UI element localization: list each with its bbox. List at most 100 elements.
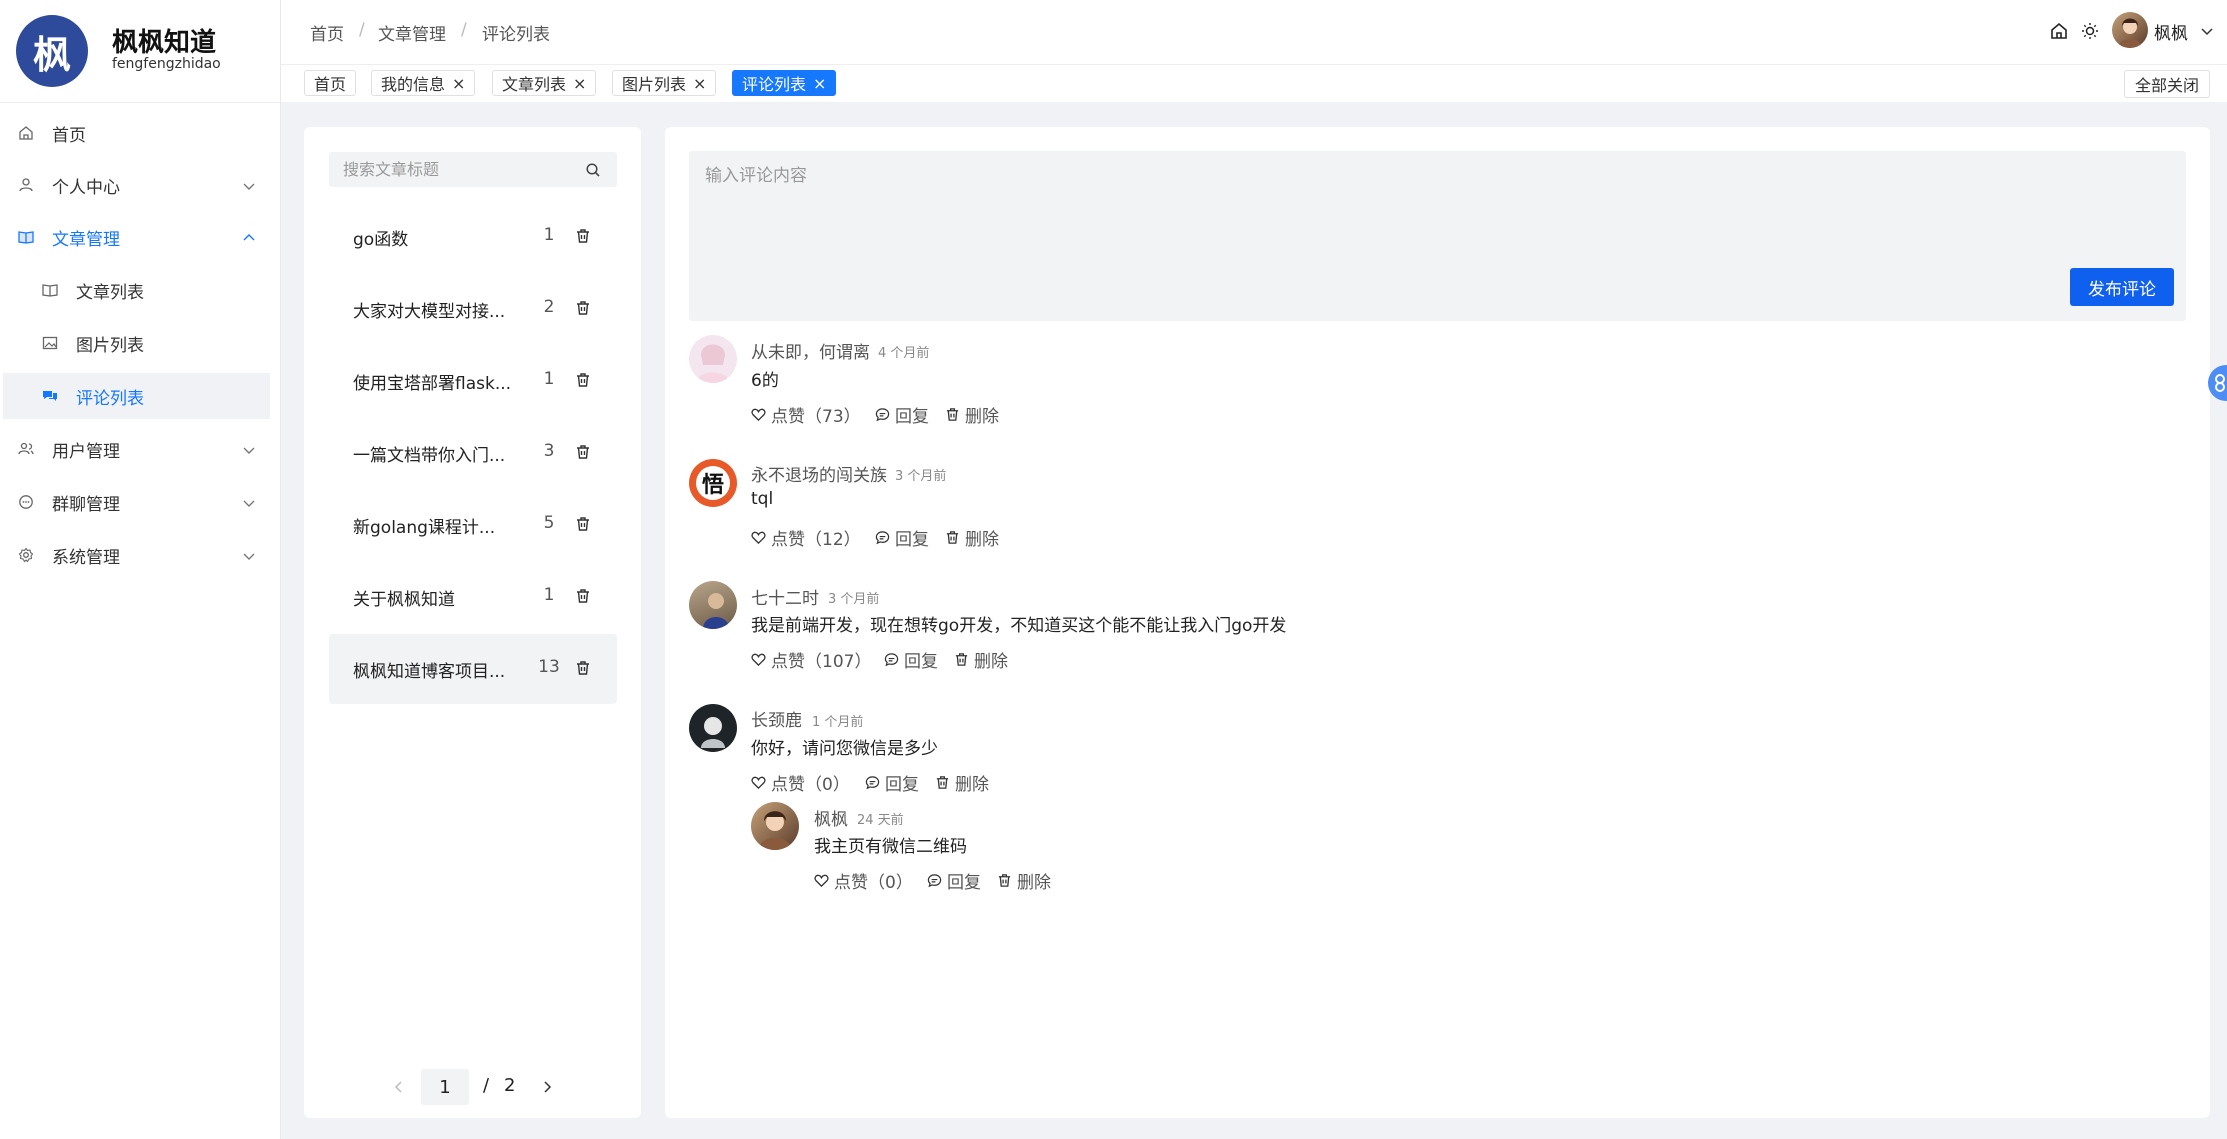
- like-button[interactable]: 点赞 （12）: [751, 525, 861, 550]
- article-row-selected[interactable]: 枫枫知道博客项目... 13: [329, 634, 617, 704]
- like-button[interactable]: 点赞 （73）: [751, 402, 861, 427]
- sidebar-item-label: 系统管理: [52, 547, 120, 568]
- sidebar-item-comment-list[interactable]: 评论列表: [3, 373, 270, 419]
- close-icon[interactable]: ×: [573, 74, 586, 93]
- reply-label: 回复: [895, 530, 929, 550]
- sun-icon[interactable]: [2081, 22, 2099, 40]
- comment-time: 3 个月前: [828, 592, 880, 607]
- delete-button[interactable]: 删除: [935, 770, 989, 795]
- trash-icon[interactable]: [575, 372, 591, 388]
- article-title: 大家对大模型对接...: [353, 302, 506, 322]
- article-row[interactable]: 大家对大模型对接... 2: [329, 274, 617, 344]
- user-name[interactable]: 枫枫: [2154, 19, 2188, 44]
- sidebar-item-label: 评论列表: [76, 388, 144, 409]
- user-avatar[interactable]: [751, 802, 799, 850]
- tab-comment-list[interactable]: 评论列表 ×: [732, 70, 837, 96]
- delete-button[interactable]: 删除: [945, 525, 999, 550]
- search-icon[interactable]: [585, 162, 601, 178]
- home-icon[interactable]: [2050, 22, 2068, 40]
- delete-button[interactable]: 删除: [954, 647, 1008, 672]
- trash-icon[interactable]: [575, 228, 591, 244]
- search-input[interactable]: [329, 152, 607, 187]
- reply-button[interactable]: 回复: [875, 402, 929, 427]
- comment-input[interactable]: [689, 151, 2159, 271]
- chevron-down-icon: [243, 500, 255, 507]
- article-row[interactable]: go函数 1: [329, 202, 617, 272]
- sidebar-item-image-list[interactable]: 图片列表: [0, 320, 270, 366]
- link-icon: [2215, 374, 2225, 392]
- article-row[interactable]: 新golang课程计... 5: [329, 490, 617, 560]
- anime-girl-avatar[interactable]: [689, 335, 737, 383]
- comment-author: 长颈鹿: [751, 711, 802, 731]
- close-icon[interactable]: ×: [813, 74, 826, 93]
- comment-author: 从未即，何谓离: [751, 343, 870, 363]
- wu-kanji-avatar[interactable]: 悟: [689, 459, 737, 507]
- tab-label: 文章列表: [502, 75, 567, 94]
- users-icon: [18, 442, 34, 455]
- article-row[interactable]: 一篇文档带你入门... 3: [329, 418, 617, 488]
- sidebar-item-personal-center[interactable]: 个人中心: [0, 162, 270, 208]
- trash-icon: [946, 531, 959, 544]
- reply-button[interactable]: 回复: [875, 525, 929, 550]
- brand-title: 枫枫知道: [112, 28, 217, 58]
- close-all-tabs-button[interactable]: 全部关闭: [2124, 70, 2211, 98]
- tab-bar: 首页 我的信息 × 文章列表 × 图片列表 × 评论列表 ×: [281, 65, 2227, 102]
- chevron-down-icon[interactable]: [2200, 24, 2214, 38]
- floating-helper-button[interactable]: [2208, 365, 2227, 401]
- reply-button[interactable]: 回复: [865, 770, 919, 795]
- like-label: 点赞: [771, 652, 805, 672]
- like-button[interactable]: 点赞 （0）: [751, 770, 850, 795]
- like-label: 点赞: [771, 407, 805, 427]
- sidebar-item-home[interactable]: 首页: [0, 110, 270, 156]
- sidebar-item-system-management[interactable]: 系统管理: [0, 532, 270, 578]
- reply-time: 24 天前: [857, 813, 904, 828]
- reply-button[interactable]: 回复: [884, 647, 938, 672]
- sidebar-item-user-management[interactable]: 用户管理: [0, 426, 270, 472]
- delete-button[interactable]: 删除: [945, 402, 999, 427]
- brand-logo[interactable]: 枫: [16, 15, 88, 87]
- close-icon[interactable]: ×: [693, 74, 706, 93]
- page-separator: /: [483, 1075, 490, 1096]
- sidebar-item-label: 文章列表: [76, 282, 144, 303]
- photo-avatar[interactable]: [689, 581, 737, 629]
- sidebar-item-group-chat-management[interactable]: 群聊管理: [0, 479, 270, 525]
- comment-time: 1 个月前: [812, 715, 864, 730]
- breadcrumb-home[interactable]: 首页: [310, 20, 344, 45]
- article-row[interactable]: 使用宝塔部署flask... 1: [329, 346, 617, 416]
- delete-label: 删除: [974, 652, 1008, 672]
- trash-icon[interactable]: [575, 444, 591, 460]
- like-label: 点赞: [771, 530, 805, 550]
- article-title: 新golang课程计...: [353, 518, 496, 538]
- like-label: 点赞: [771, 775, 805, 795]
- tab-home[interactable]: 首页: [304, 70, 357, 96]
- delete-button[interactable]: 删除: [997, 868, 1051, 893]
- book-icon: [42, 284, 58, 297]
- tab-my-info[interactable]: 我的信息 ×: [371, 70, 476, 96]
- reply-button[interactable]: 回复: [927, 868, 981, 893]
- publish-comment-button[interactable]: 发布评论: [2070, 268, 2174, 306]
- home-icon: [19, 126, 33, 140]
- trash-icon[interactable]: [575, 660, 591, 676]
- user-avatar[interactable]: [2112, 12, 2148, 48]
- sidebar-item-article-list[interactable]: 文章列表: [0, 267, 270, 313]
- page-input[interactable]: 1: [421, 1069, 469, 1105]
- comment-author: 七十二时: [751, 589, 819, 609]
- comment-time: 3 个月前: [895, 469, 947, 484]
- trash-icon[interactable]: [575, 588, 591, 604]
- dark-avatar[interactable]: [689, 704, 737, 752]
- sidebar-item-article-management[interactable]: 文章管理: [0, 214, 270, 260]
- tab-article-list[interactable]: 文章列表 ×: [492, 70, 597, 96]
- chevron-right-icon[interactable]: [540, 1080, 554, 1094]
- tab-image-list[interactable]: 图片列表 ×: [612, 70, 717, 96]
- close-icon[interactable]: ×: [452, 74, 465, 93]
- heart-icon: [751, 408, 766, 422]
- chevron-left-icon[interactable]: [392, 1080, 406, 1094]
- like-button[interactable]: 点赞 （107）: [751, 647, 871, 672]
- trash-icon[interactable]: [575, 516, 591, 532]
- article-row[interactable]: 关于枫枫知道 1: [329, 562, 617, 632]
- reply-icon: [875, 531, 890, 545]
- like-button[interactable]: 点赞 （0）: [814, 868, 913, 893]
- comment-text: 你好，请问您微信是多少: [751, 739, 938, 759]
- breadcrumb-article-management[interactable]: 文章管理: [378, 20, 446, 45]
- trash-icon[interactable]: [575, 300, 591, 316]
